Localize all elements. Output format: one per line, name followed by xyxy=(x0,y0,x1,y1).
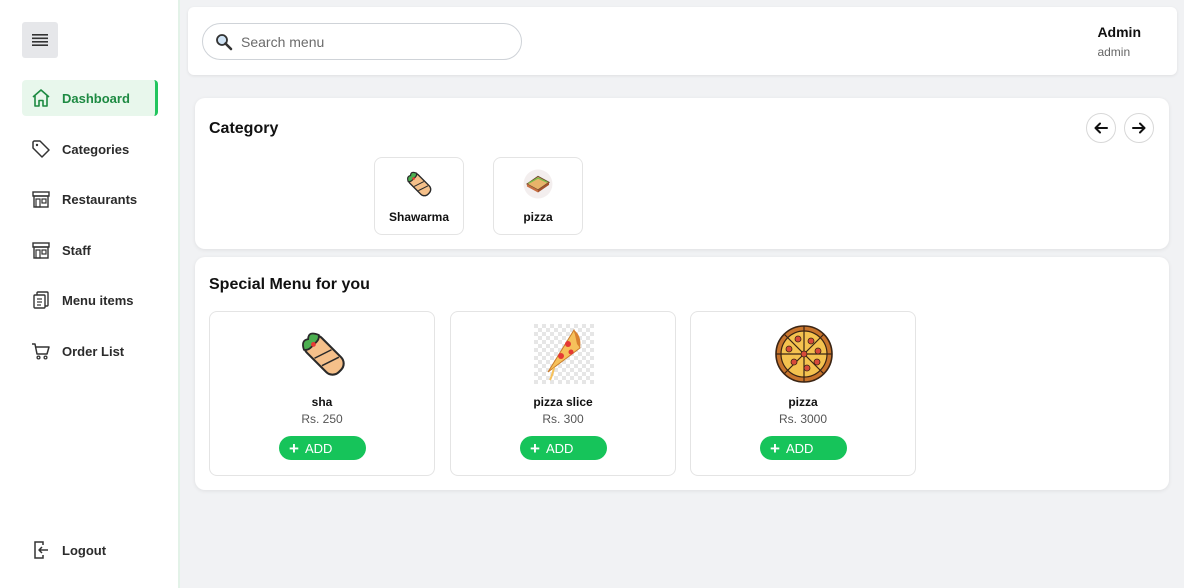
add-to-cart-button[interactable]: + ADD xyxy=(520,436,607,460)
store-icon xyxy=(30,188,52,210)
category-section: Category Shawarma pizza xyxy=(195,98,1169,249)
sidebar-item-label: Menu items xyxy=(62,292,134,308)
add-label: ADD xyxy=(785,440,814,456)
add-label: ADD xyxy=(545,440,574,456)
shawarma-icon xyxy=(401,166,437,202)
sidebar: Dashboard Categories Restaurants Staff M… xyxy=(0,0,180,588)
category-label: Shawarma xyxy=(388,210,450,224)
menu-item-price: Rs. 250 xyxy=(301,412,343,426)
plus-icon: + xyxy=(530,438,540,458)
sidebar-item-label: Order List xyxy=(62,343,125,359)
category-title: Category xyxy=(209,120,279,137)
add-to-cart-button[interactable]: + ADD xyxy=(279,436,366,460)
clipboard-icon xyxy=(30,289,52,311)
sidebar-item-label: Dashboard xyxy=(62,90,130,106)
logout-button[interactable]: Logout xyxy=(22,532,158,568)
sidebar-item-restaurants[interactable]: Restaurants xyxy=(22,181,158,217)
search-icon xyxy=(216,33,233,50)
store-icon xyxy=(30,239,52,261)
sidebar-item-menu-items[interactable]: Menu items xyxy=(22,282,158,318)
hamburger-icon xyxy=(32,34,48,46)
sidebar-item-label: Restaurants xyxy=(62,191,138,207)
pizza-icon xyxy=(774,324,834,384)
menu-item-price: Rs. 3000 xyxy=(778,412,828,426)
tag-icon xyxy=(30,138,52,160)
user-role: admin xyxy=(1097,45,1131,59)
sidebar-item-categories[interactable]: Categories xyxy=(22,131,158,167)
plus-icon: + xyxy=(289,438,299,458)
pizza-slice-icon xyxy=(534,324,594,384)
cart-icon xyxy=(30,340,52,362)
special-menu-title: Special Menu for you xyxy=(209,276,370,293)
user-name: Admin xyxy=(1097,24,1141,40)
sidebar-item-label: Categories xyxy=(62,141,130,157)
search-input[interactable] xyxy=(241,33,501,50)
sidebar-item-dashboard[interactable]: Dashboard xyxy=(22,80,158,116)
add-label: ADD xyxy=(304,440,333,456)
user-info[interactable]: Admin admin xyxy=(1097,24,1141,59)
category-label: pizza xyxy=(523,210,553,224)
menu-item-price: Rs. 300 xyxy=(542,412,584,426)
arrow-right-icon xyxy=(1132,122,1146,134)
category-next-button[interactable] xyxy=(1124,113,1154,143)
category-prev-button[interactable] xyxy=(1086,113,1116,143)
menu-item-name: pizza xyxy=(788,395,818,409)
sidebar-item-label: Staff xyxy=(62,242,91,258)
top-header: Admin admin xyxy=(188,7,1177,75)
logout-icon xyxy=(30,539,52,561)
menu-item-card[interactable]: sha Rs. 250 + ADD xyxy=(209,311,435,476)
shawarma-icon xyxy=(293,324,353,384)
logout-label: Logout xyxy=(62,542,107,558)
sandwich-icon xyxy=(520,166,556,202)
menu-toggle-button[interactable] xyxy=(22,22,58,58)
menu-item-card[interactable]: pizza slice Rs. 300 + ADD xyxy=(450,311,676,476)
special-menu-section: Special Menu for you sha Rs. 250 + ADD p… xyxy=(195,257,1169,490)
home-icon xyxy=(30,87,52,109)
arrow-left-icon xyxy=(1094,122,1108,134)
plus-icon: + xyxy=(770,438,780,458)
add-to-cart-button[interactable]: + ADD xyxy=(760,436,847,460)
category-item-pizza[interactable]: pizza xyxy=(493,157,583,235)
menu-item-name: sha xyxy=(311,395,333,409)
category-item-shawarma[interactable]: Shawarma xyxy=(374,157,464,235)
menu-item-name: pizza slice xyxy=(533,395,593,409)
menu-item-card[interactable]: pizza Rs. 3000 + ADD xyxy=(690,311,916,476)
sidebar-item-order-list[interactable]: Order List xyxy=(22,333,158,369)
sidebar-item-staff[interactable]: Staff xyxy=(22,232,158,268)
search-box[interactable] xyxy=(202,23,522,60)
